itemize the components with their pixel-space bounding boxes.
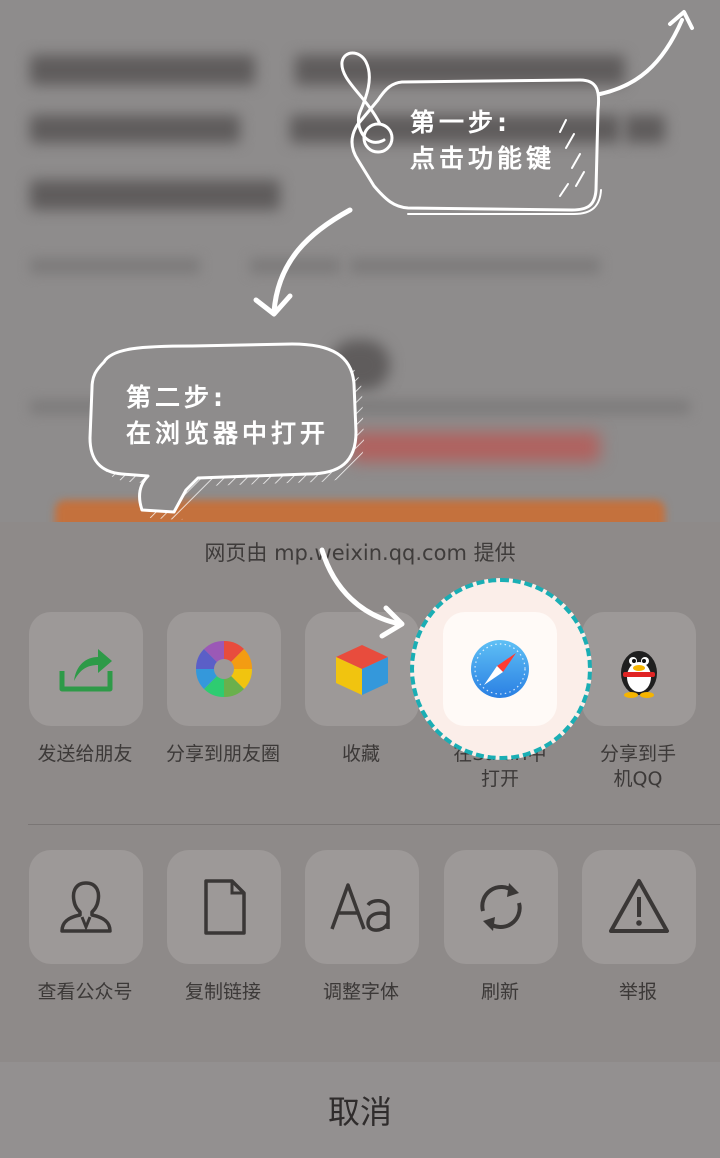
step2-callout-text: 第二步: 在浏览器中打开 bbox=[126, 380, 329, 452]
step2-line2: 在浏览器中打开 bbox=[126, 419, 330, 448]
step1-line1: 第一步: bbox=[410, 108, 511, 137]
arrow-step1-to-step2 bbox=[253, 207, 353, 317]
step1-callout-text: 第一步: 点击功能键 bbox=[410, 105, 555, 177]
arrow-step2-to-safari bbox=[319, 547, 405, 639]
step2-line1: 第二步: bbox=[126, 383, 227, 412]
tutorial-overlay bbox=[88, 10, 694, 639]
step1-line2: 点击功能键 bbox=[410, 144, 556, 173]
